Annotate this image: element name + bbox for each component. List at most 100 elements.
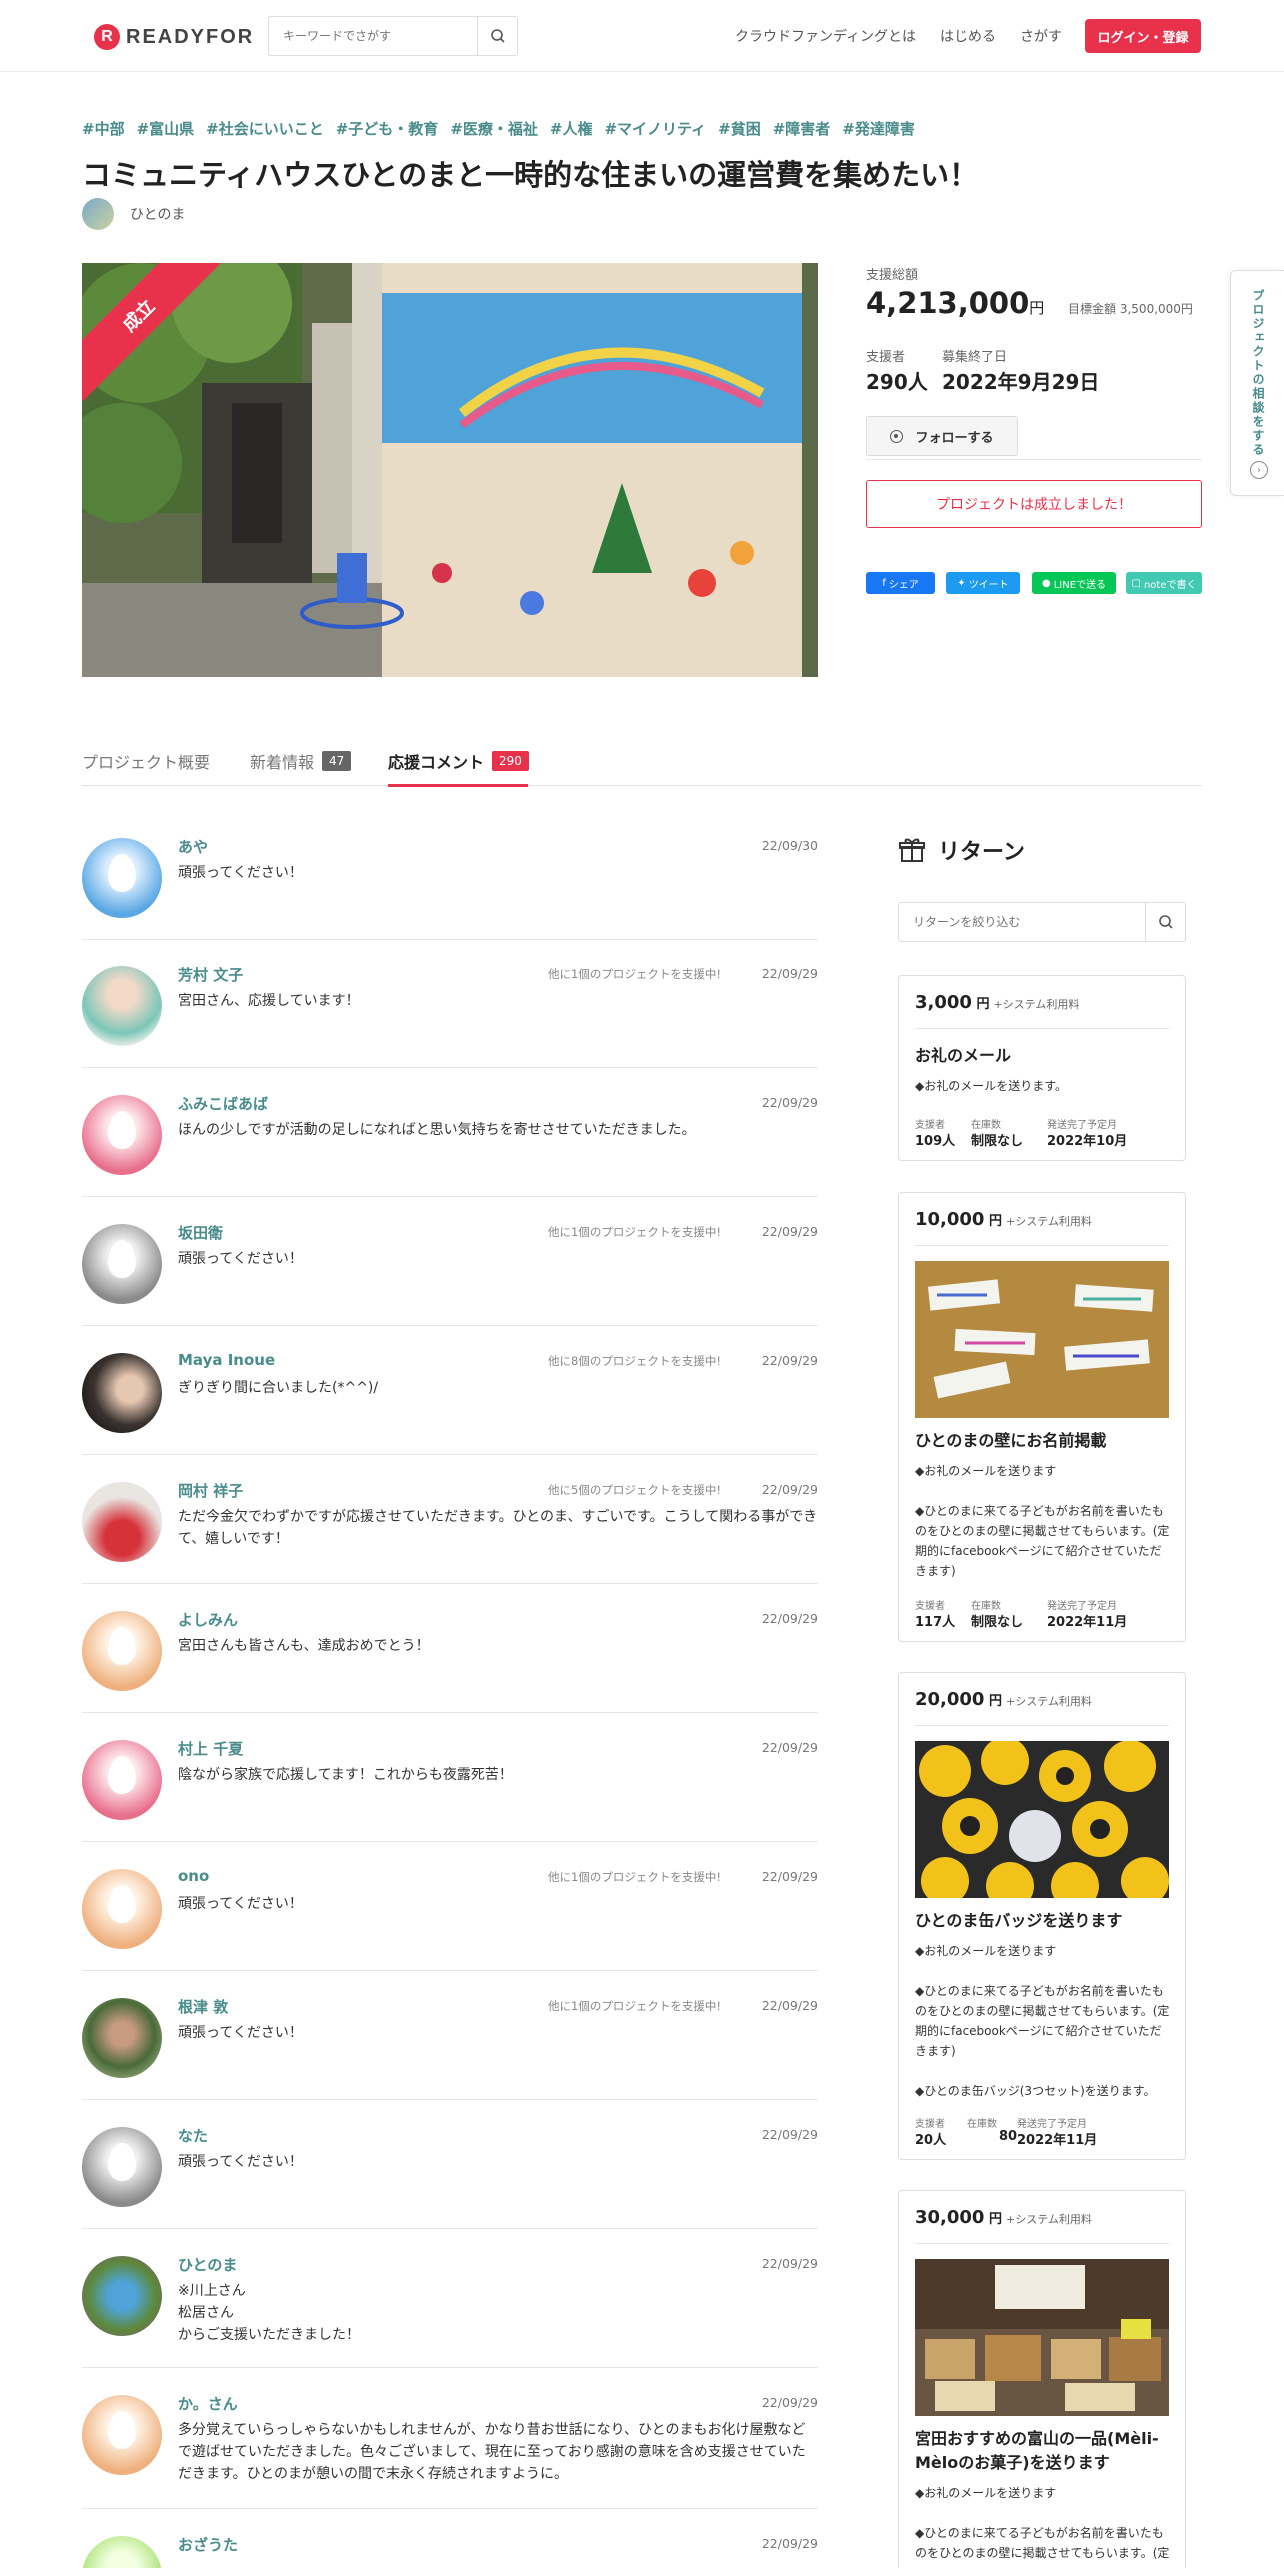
- return-card[interactable]: 3,000 円 +システム利用料 お礼のメール ◆お礼のメールを送ります。 支援者…: [898, 975, 1186, 1161]
- comment-date: 22/09/29: [761, 1095, 818, 1110]
- commenter-name[interactable]: なた: [178, 2125, 208, 2146]
- commenter-name[interactable]: 坂田衛: [178, 1222, 223, 1243]
- supporters-label: 支援者: [866, 350, 906, 365]
- avatar: [82, 1482, 162, 1562]
- return-image: [915, 2259, 1169, 2416]
- comment-text: ほんの少しですが活動の足しになればと思い気持ちを寄せさせていただきました。: [178, 1122, 696, 1138]
- line-share-button[interactable]: ● LINEで送る: [1032, 572, 1116, 594]
- supporters-value: 117人: [915, 1615, 956, 1630]
- commenter-name[interactable]: よしみん: [178, 1609, 238, 1630]
- comment-text: ただ今金欠でわずかですが応援させていただきます。ひとのま、すごいです。こうして関…: [178, 1509, 818, 1547]
- commenter-name[interactable]: 村上 千夏: [178, 1738, 243, 1759]
- search-input[interactable]: [269, 17, 477, 55]
- return-card[interactable]: 30,000 円 +システム利用料 宮田おすすめの富山の一品(Mèli-Mèloの…: [898, 2190, 1186, 2568]
- gift-icon: [899, 838, 925, 862]
- keyword-search: [268, 16, 518, 56]
- commenter-name[interactable]: 根津 敦: [178, 1996, 228, 2017]
- project-title: コミュニティハウスひとのまと一時的な住まいの運営費を集めたい！: [82, 158, 979, 192]
- default-avatar-icon: [108, 1756, 136, 1794]
- default-avatar-icon: [108, 1627, 136, 1665]
- ship-label: 発送完了予定月: [1017, 2119, 1087, 2130]
- site-header: R READYFOR クラウドファンディングとは はじめる さがす ログイン・登…: [0, 0, 1284, 72]
- other-projects-note: 他に8個のプロジェクトを支援中!: [548, 1354, 721, 1368]
- commenter-name[interactable]: 岡村 祥子: [178, 1480, 243, 1501]
- tag-link[interactable]: #医療・福祉: [450, 118, 538, 139]
- returns-search-button[interactable]: [1145, 903, 1185, 941]
- total-label: 支援総額: [866, 268, 919, 283]
- tag-link[interactable]: #子ども・教育: [336, 118, 439, 139]
- tag-link[interactable]: #発達障害: [842, 118, 915, 139]
- comment-text: 頑張ってください！: [178, 2025, 303, 2041]
- nav-start[interactable]: はじめる: [940, 26, 996, 46]
- nav-search[interactable]: さがす: [1020, 26, 1062, 46]
- tweet-button[interactable]: ✦ ツイート: [946, 572, 1020, 594]
- comment-item: 根津 敦 他に1個のプロジェクトを支援中! 22/09/29 頑張ってください！: [82, 1990, 818, 2100]
- comment-item: よしみん 22/09/29 宮田さんも皆さんも、達成おめでとう！: [82, 1603, 818, 1713]
- comment-text: ぎりぎり間に合いました(*^^)/: [178, 1380, 379, 1396]
- tab-overview[interactable]: プロジェクト概要: [82, 744, 210, 778]
- comment-text: 宮田さん、応援しています！: [178, 993, 360, 1009]
- total-unit: 円: [1029, 299, 1045, 317]
- comment-date: 22/09/29: [761, 1353, 818, 1368]
- follow-icon: [890, 429, 904, 443]
- return-price: 30,000 円 +システム利用料: [915, 2207, 1092, 2228]
- commenter-name[interactable]: か。さん: [178, 2393, 238, 2414]
- commenter-name[interactable]: あや: [178, 836, 208, 857]
- commenter-name[interactable]: おざうた: [178, 2534, 238, 2555]
- returns-filter-input[interactable]: [899, 903, 1145, 941]
- nav-what-is-crowdfunding[interactable]: クラウドファンディングとは: [735, 26, 916, 46]
- project-tags: #中部 #富山県 #社会にいいこと #子ども・教育 #医療・福祉 #人権 #マイ…: [82, 118, 915, 139]
- tag-link[interactable]: #富山県: [137, 118, 195, 139]
- stock-label: 在庫数: [971, 1120, 1001, 1131]
- logo-mark-icon: R: [94, 24, 120, 50]
- project-success-notice: プロジェクトは成立しました！: [866, 480, 1202, 528]
- ship-label: 発送完了予定月: [1047, 1601, 1117, 1612]
- tag-link[interactable]: #中部: [82, 118, 125, 139]
- owner-avatar: [82, 198, 114, 230]
- return-card[interactable]: 10,000 円 +システム利用料 ひとのまの壁にお名前掲載 ◆お礼のメールを送り…: [898, 1192, 1186, 1642]
- return-card[interactable]: 20,000 円 +システム利用料 ひとのま缶バッジを送ります ◆お礼のメールを送…: [898, 1672, 1186, 2160]
- tag-link[interactable]: #障害者: [773, 118, 831, 139]
- comment-date: 22/09/29: [761, 2256, 818, 2271]
- commenter-name[interactable]: 芳村 文子: [178, 964, 243, 985]
- return-price: 10,000 円 +システム利用料: [915, 1209, 1092, 1230]
- search-button[interactable]: [477, 17, 517, 55]
- other-projects-note: 他に1個のプロジェクトを支援中!: [548, 1225, 721, 1239]
- login-button[interactable]: ログイン・登録: [1085, 19, 1201, 53]
- tab-comments[interactable]: 応援コメント 290: [388, 744, 529, 778]
- commenter-name[interactable]: Maya Inoue: [178, 1351, 275, 1369]
- other-projects-note: 他に1個のプロジェクトを支援中!: [548, 967, 721, 981]
- active-tab-indicator: [388, 784, 528, 787]
- comment-item: なた 22/09/29 頑張ってください！: [82, 2119, 818, 2229]
- stats-divider: [866, 459, 1202, 460]
- comment-item: 芳村 文子 他に1個のプロジェクトを支援中! 22/09/29 宮田さん、応援し…: [82, 958, 818, 1068]
- follow-button[interactable]: フォローする: [866, 416, 1018, 456]
- readyfor-logo[interactable]: R READYFOR: [94, 24, 254, 50]
- return-title: 宮田おすすめの富山の一品(Mèli-Mèloのお菓子)を送ります: [915, 2429, 1159, 2472]
- commenter-name[interactable]: ono: [178, 1867, 209, 1885]
- tab-updates[interactable]: 新着情報 47: [250, 744, 352, 778]
- consult-side-tab[interactable]: プロジェクトの相談をする ›: [1230, 270, 1284, 496]
- return-image: [915, 1261, 1169, 1418]
- tag-link[interactable]: #人権: [550, 118, 593, 139]
- comment-date: 22/09/29: [761, 1869, 818, 1884]
- comment-text: 頑張ってください！: [178, 1896, 303, 1912]
- logo-text: READYFOR: [126, 25, 255, 48]
- commenter-name[interactable]: ひとのま: [178, 2254, 237, 2275]
- tag-link[interactable]: #貧困: [718, 118, 761, 139]
- tag-link[interactable]: #マイノリティ: [604, 118, 706, 139]
- chevron-right-icon: ›: [1250, 461, 1268, 479]
- note-share-button[interactable]: ▢ noteで書く: [1126, 572, 1202, 594]
- stock-value: 80: [999, 2129, 1018, 2144]
- avatar: [82, 1869, 162, 1949]
- ship-value: 2022年10月: [1047, 1134, 1128, 1149]
- tag-link[interactable]: #社会にいいこと: [206, 118, 324, 139]
- comment-date: 22/09/29: [761, 1482, 818, 1497]
- project-owner[interactable]: ひとのま: [82, 198, 185, 230]
- return-description: ◆お礼のメールを送ります ◆ひとのまに来てる子どもがお名前を書いたものをひとのま…: [915, 1464, 1170, 1578]
- project-main-image: 成立: [82, 263, 818, 677]
- commenter-name[interactable]: ふみこばあば: [178, 1093, 268, 1114]
- facebook-share-button[interactable]: f シェア: [866, 572, 935, 594]
- avatar: [82, 1998, 162, 2078]
- avatar: [82, 1353, 162, 1433]
